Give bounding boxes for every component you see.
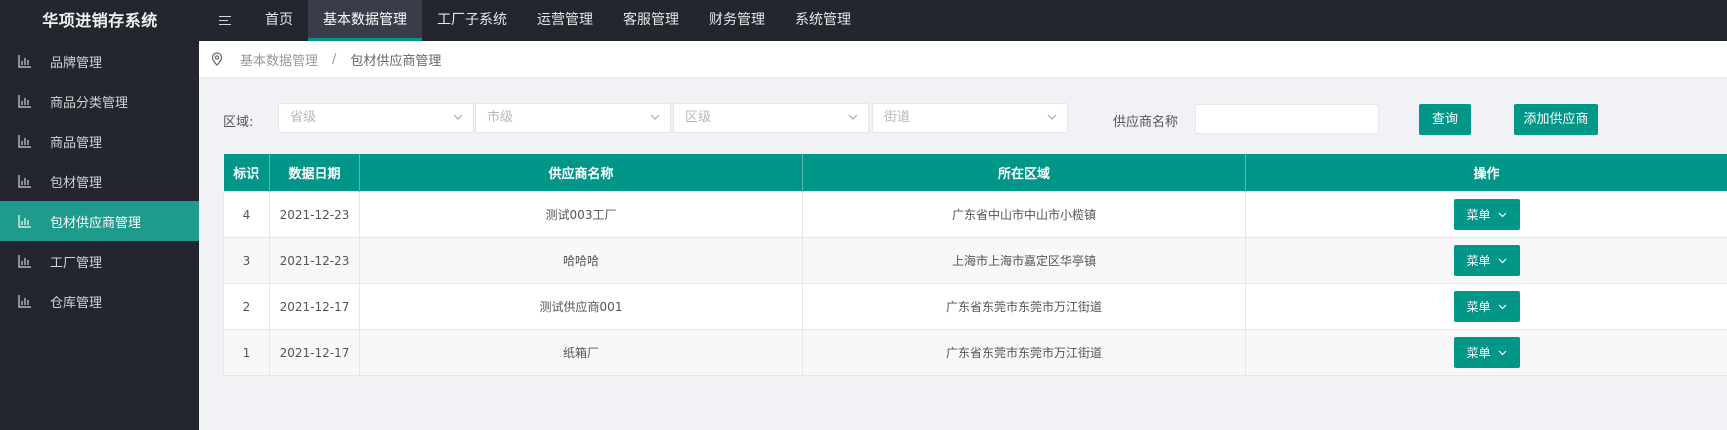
cell-id: 4 (223, 191, 270, 238)
sidebar-item-category[interactable]: 商品分类管理 (0, 81, 199, 121)
cell-region: 上海市上海市嘉定区华亭镇 (802, 237, 1246, 284)
street-placeholder: 街道 (884, 110, 911, 125)
add-supplier-button[interactable]: 添加供应商 (1514, 104, 1598, 135)
sidebar-item-warehouse[interactable]: 仓库管理 (0, 281, 199, 321)
location-pin-icon (211, 52, 223, 66)
sidebar-item-product[interactable]: 商品管理 (0, 121, 199, 161)
breadcrumb-separator: / (332, 51, 337, 67)
supplier-table: 标识 数据日期 供应商名称 所在区域 操作 4 2021-12-23 测试003… (223, 154, 1727, 376)
top-nav-factory-subsystem[interactable]: 工厂子系统 (422, 0, 522, 41)
sidebar: 品牌管理 商品分类管理 商品管理 包材管理 包材供应商管理 工厂管理 仓库管理 (0, 41, 199, 430)
supplier-name-input[interactable] (1195, 104, 1379, 134)
cell-region: 广东省中山市中山市小榄镇 (802, 191, 1246, 238)
breadcrumb-parent[interactable]: 基本数据管理 (240, 50, 318, 69)
column-header-region: 所在区域 (802, 154, 1246, 192)
cell-region: 广东省东莞市东莞市万江街道 (802, 329, 1246, 376)
sidebar-item-brand[interactable]: 品牌管理 (0, 41, 199, 81)
column-header-supplier-name: 供应商名称 (359, 154, 803, 192)
sidebar-item-label: 包材管理 (50, 175, 103, 191)
cell-actions: 菜单 (1245, 329, 1727, 376)
province-placeholder: 省级 (290, 110, 317, 125)
cell-date: 2021-12-23 (269, 191, 360, 238)
row-menu-label: 菜单 (1466, 254, 1491, 268)
cell-date: 2021-12-17 (269, 283, 360, 330)
sidebar-item-label: 包材供应商管理 (50, 215, 142, 231)
sidebar-item-label: 工厂管理 (50, 255, 103, 271)
sidebar-item-label: 商品管理 (50, 135, 103, 151)
region-label: 区域: (223, 115, 254, 130)
city-placeholder: 市级 (487, 110, 514, 125)
chevron-down-icon (1498, 258, 1506, 263)
breadcrumb-current: 包材供应商管理 (350, 53, 442, 69)
sidebar-item-factory[interactable]: 工厂管理 (0, 241, 199, 281)
cell-supplier-name: 哈哈哈 (359, 237, 803, 284)
menu-icon[interactable] (210, 0, 240, 41)
chevron-down-icon (1498, 304, 1506, 309)
row-menu-button[interactable]: 菜单 (1453, 291, 1520, 322)
sidebar-item-packaging[interactable]: 包材管理 (0, 161, 199, 201)
cell-date: 2021-12-17 (269, 329, 360, 376)
chevron-down-icon (1047, 114, 1057, 120)
cell-id: 3 (223, 237, 270, 284)
cell-id: 1 (223, 329, 270, 376)
chart-icon (18, 175, 31, 188)
cell-actions: 菜单 (1245, 191, 1727, 238)
top-nav-system[interactable]: 系统管理 (780, 0, 866, 41)
top-nav-finance[interactable]: 财务管理 (694, 0, 780, 41)
top-bar: 华项进销存系统 首页 基本数据管理 工厂子系统 运营管理 客服管理 财务管理 系… (0, 0, 1727, 41)
chevron-down-icon (650, 114, 660, 120)
city-select[interactable]: 市级 (475, 103, 671, 133)
chevron-down-icon (848, 114, 858, 120)
district-select[interactable]: 区级 (673, 103, 869, 133)
top-nav: 首页 基本数据管理 工厂子系统 运营管理 客服管理 财务管理 系统管理 (250, 0, 866, 41)
column-header-id: 标识 (223, 154, 270, 192)
cell-region: 广东省东莞市东莞市万江街道 (802, 283, 1246, 330)
column-header-actions: 操作 (1245, 154, 1727, 192)
sidebar-item-label: 仓库管理 (50, 295, 103, 311)
main-content: 区域: 省级 市级 区级 街道 供应商名称 查询 添加供应商 标识 数据日期 供… (199, 78, 1727, 430)
cell-supplier-name: 测试供应商001 (359, 283, 803, 330)
street-select[interactable]: 街道 (872, 103, 1068, 133)
search-button[interactable]: 查询 (1419, 104, 1471, 135)
table-row: 3 2021-12-23 哈哈哈 上海市上海市嘉定区华亭镇 菜单 (223, 237, 1727, 284)
top-nav-basic-data[interactable]: 基本数据管理 (308, 0, 422, 41)
row-menu-button[interactable]: 菜单 (1453, 337, 1520, 368)
column-header-date: 数据日期 (269, 154, 360, 192)
table-header-row: 标识 数据日期 供应商名称 所在区域 操作 (223, 154, 1727, 192)
row-menu-label: 菜单 (1466, 300, 1491, 314)
chart-icon (18, 135, 31, 148)
sidebar-item-packaging-supplier[interactable]: 包材供应商管理 (0, 201, 199, 241)
app-logo: 华项进销存系统 (42, 11, 158, 30)
sidebar-item-label: 商品分类管理 (50, 95, 129, 111)
row-menu-button[interactable]: 菜单 (1453, 245, 1520, 276)
row-menu-label: 菜单 (1466, 208, 1491, 222)
chart-icon (18, 55, 31, 68)
breadcrumb: 基本数据管理 / 包材供应商管理 (199, 41, 1727, 78)
cell-actions: 菜单 (1245, 237, 1727, 284)
top-nav-home[interactable]: 首页 (250, 0, 308, 41)
row-menu-button[interactable]: 菜单 (1453, 199, 1520, 230)
top-nav-customer-service[interactable]: 客服管理 (608, 0, 694, 41)
cell-id: 2 (223, 283, 270, 330)
chart-icon (18, 295, 31, 308)
district-placeholder: 区级 (685, 110, 712, 125)
chevron-down-icon (453, 114, 463, 120)
supplier-name-label: 供应商名称 (1113, 115, 1179, 130)
table-row: 4 2021-12-23 测试003工厂 广东省中山市中山市小榄镇 菜单 (223, 191, 1727, 238)
table-row: 1 2021-12-17 纸箱厂 广东省东莞市东莞市万江街道 菜单 (223, 329, 1727, 376)
cell-date: 2021-12-23 (269, 237, 360, 284)
cell-supplier-name: 测试003工厂 (359, 191, 803, 238)
chart-icon (18, 215, 31, 228)
top-nav-operations[interactable]: 运营管理 (522, 0, 608, 41)
chart-icon (18, 255, 31, 268)
chevron-down-icon (1498, 350, 1506, 355)
cell-actions: 菜单 (1245, 283, 1727, 330)
chart-icon (18, 95, 31, 108)
sidebar-item-label: 品牌管理 (50, 55, 103, 71)
row-menu-label: 菜单 (1466, 346, 1491, 360)
province-select[interactable]: 省级 (278, 103, 474, 133)
chevron-down-icon (1498, 212, 1506, 217)
table-row: 2 2021-12-17 测试供应商001 广东省东莞市东莞市万江街道 菜单 (223, 283, 1727, 330)
cell-supplier-name: 纸箱厂 (359, 329, 803, 376)
